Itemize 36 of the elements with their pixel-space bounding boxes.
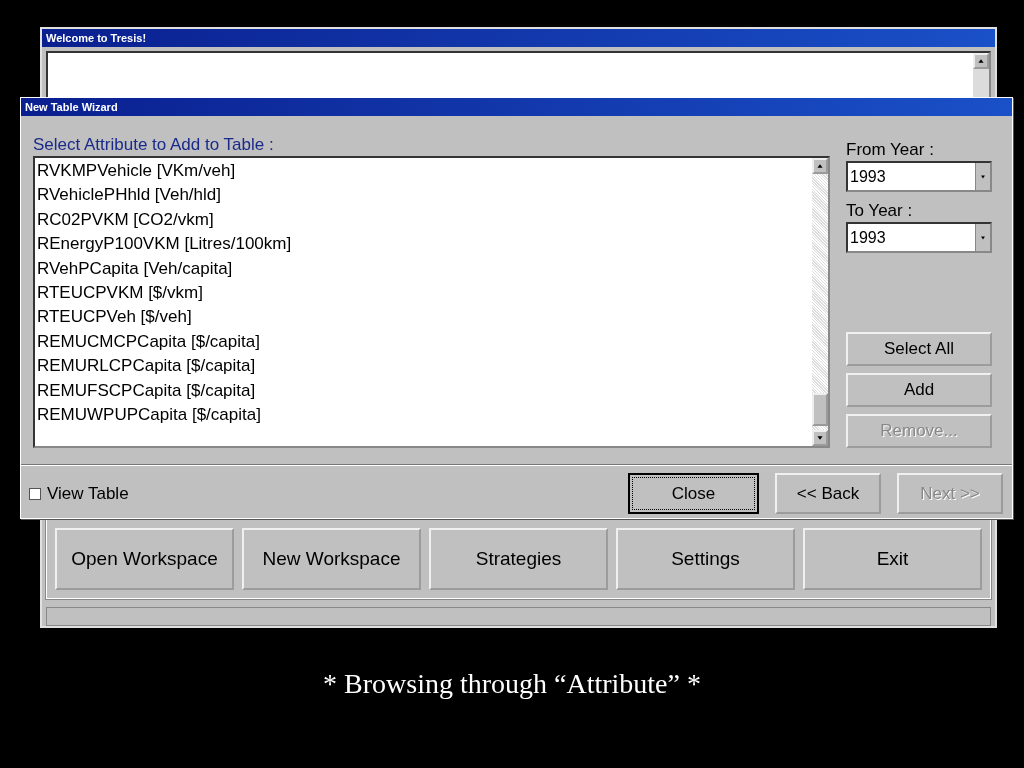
workspace-button[interactable]: Exit: [803, 527, 982, 590]
nav-button[interactable]: Close: [628, 473, 759, 514]
attribute-item[interactable]: RVKMPVehicle [VKm/veh]: [35, 159, 812, 184]
checkbox-label: View Table: [47, 483, 129, 504]
dialog-title: New Table Wizard: [21, 98, 1012, 116]
workspace-button[interactable]: New Workspace: [242, 527, 421, 590]
attribute-item[interactable]: RTEUCPVKM [$/vkm]: [35, 280, 812, 306]
list-action-button[interactable]: Add: [846, 373, 992, 407]
attribute-item[interactable]: REMUFSCPCapita [$/capita]: [35, 378, 812, 403]
workspace-button[interactable]: Strategies: [429, 527, 608, 590]
scroll-down-icon[interactable]: [812, 430, 828, 446]
nav-button[interactable]: << Back: [775, 473, 881, 514]
workspace-button[interactable]: Settings: [616, 527, 795, 590]
attribute-item[interactable]: RVehPCapita [Veh/capita]: [35, 256, 812, 281]
list-label: Select Attribute to Add to Table :: [33, 134, 275, 156]
attribute-item[interactable]: RTEUCPVeh [$/veh]: [35, 305, 812, 330]
attribute-list[interactable]: [33, 156, 830, 448]
to-year-label: To Year :: [846, 200, 914, 222]
scrollbar[interactable]: [812, 158, 828, 446]
attribute-item[interactable]: REMURLCPCapita [$/capita]: [35, 354, 812, 379]
from-year-label: From Year :: [846, 139, 935, 161]
list-action-button[interactable]: Select All: [846, 332, 992, 366]
scroll-up-icon[interactable]: [973, 53, 989, 69]
slide-caption: * Browsing through “Attribute” *: [322, 668, 702, 700]
from-year-dropdown[interactable]: 1993: [846, 161, 992, 192]
window-title: Welcome to Tresis!: [42, 29, 995, 47]
attribute-item[interactable]: RVehiclePHhld [Veh/hld]: [35, 183, 812, 208]
checkbox[interactable]: [29, 487, 41, 500]
attribute-item[interactable]: REMUWPUPCapita [$/capita]: [35, 402, 812, 428]
attribute-item[interactable]: REnergyP100VKM [Litres/100km]: [35, 232, 812, 257]
attribute-item[interactable]: REMUCMCPCapita [$/capita]: [35, 329, 812, 355]
scroll-thumb[interactable]: [812, 393, 828, 426]
attribute-item[interactable]: RC02PVKM [CO2/vkm]: [35, 207, 812, 233]
workspace-button[interactable]: Open Workspace: [55, 527, 234, 590]
scroll-up-icon[interactable]: [812, 158, 828, 174]
to-year-dropdown[interactable]: 1993: [846, 222, 992, 253]
